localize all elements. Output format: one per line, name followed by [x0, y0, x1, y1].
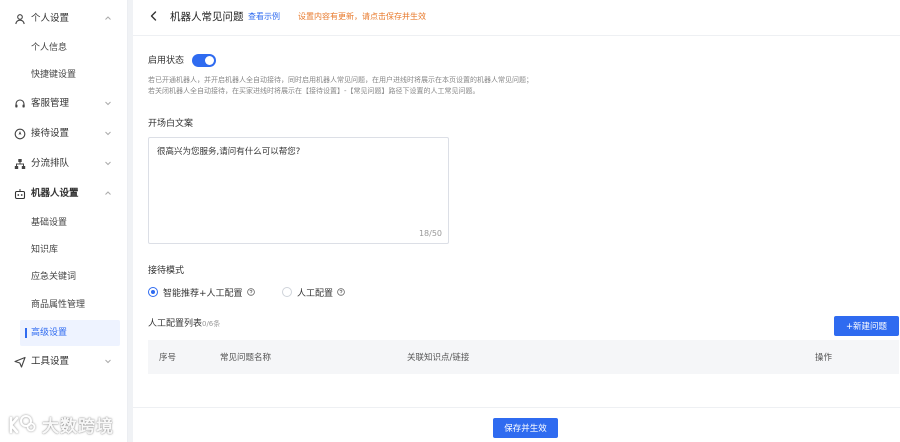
sidebar-group-reception[interactable]: 接待设置 [0, 120, 128, 148]
sidebar-item-label: 基础设置 [31, 218, 68, 228]
char-counter: 18/50 [418, 229, 442, 238]
sidebar-item-label: 商品属性管理 [31, 300, 86, 310]
help-icon[interactable] [246, 288, 255, 296]
footer-bar: 保存并生效 [133, 407, 900, 442]
opening-textarea[interactable]: 很高兴为您服务,请问有什么可以帮您? 18/50 [148, 137, 449, 244]
back-arrow-icon[interactable] [147, 9, 161, 23]
sidebar-group-label: 机器人设置 [31, 188, 79, 199]
sidebar-group-cs-management[interactable]: 客服管理 [0, 90, 128, 118]
add-question-button[interactable]: +新建问题 [834, 316, 899, 336]
chevron-down-icon [105, 101, 111, 106]
main-panel: 机器人常见问题 查看示例 设置内容有更新，请点击保存并生效 启用状态 若已开通机… [133, 0, 900, 442]
active-indicator [25, 328, 27, 338]
column-header-actions: 操作 [815, 353, 833, 363]
robot-icon [14, 189, 26, 200]
chevron-down-icon [105, 359, 111, 364]
status-description-1: 若已开通机器人，并开启机器人全自动接待，同时启用机器人常见问题，在用户进线时将展… [148, 76, 533, 84]
user-icon [15, 14, 25, 25]
chevron-down-icon [105, 161, 111, 166]
sidebar-item-label: 个人信息 [31, 43, 68, 53]
watermark: 大数跨境 [8, 412, 114, 437]
radio-label: 智能推荐+人工配置 [163, 288, 243, 299]
help-icon[interactable] [337, 288, 345, 296]
chevron-down-icon [105, 131, 111, 136]
mode-radio-manual[interactable]: 人工配置 [282, 286, 345, 299]
sidebar: 个人设置 个人信息 快捷键设置 客服管理 接待设置 分流排队 机器人设置 基础设… [0, 0, 128, 442]
compass-icon [14, 128, 26, 140]
chevron-up-icon [105, 191, 111, 195]
page-header: 机器人常见问题 查看示例 设置内容有更新，请点击保存并生效 [133, 0, 900, 36]
sidebar-item-product-attributes[interactable]: 商品属性管理 [0, 292, 128, 318]
sidebar-item-shortcuts[interactable]: 快捷键设置 [0, 62, 128, 88]
save-and-apply-button[interactable]: 保存并生效 [493, 418, 558, 438]
sidebar-group-label: 接待设置 [31, 128, 70, 139]
sidebar-group-robot[interactable]: 机器人设置 [0, 180, 128, 208]
radio-dot [148, 287, 158, 297]
view-example-link[interactable]: 查看示例 [248, 11, 280, 23]
sidebar-item-label: 高级设置 [31, 328, 68, 338]
table-header: 序号 常见问题名称 关联知识点/链接 操作 [148, 340, 899, 374]
headset-icon [15, 99, 25, 108]
column-header-linked: 关联知识点/链接 [407, 353, 470, 363]
sidebar-group-routing[interactable]: 分流排队 [0, 150, 128, 178]
unsaved-notice: 设置内容有更新，请点击保存并生效 [298, 12, 426, 21]
sidebar-group-personal[interactable]: 个人设置 [0, 5, 128, 33]
opening-label: 开场白文案 [148, 119, 194, 129]
column-header-index: 序号 [159, 353, 177, 363]
mode-radio-smart[interactable]: 智能推荐+人工配置 [148, 286, 255, 299]
sidebar-item-personal-info[interactable]: 个人信息 [0, 35, 128, 61]
status-label: 启用状态 [148, 56, 185, 66]
watermark-text: 大数跨境 [42, 416, 114, 437]
radio-dot [282, 287, 292, 297]
chevron-up-icon [105, 16, 111, 20]
manual-list-title: 人工配置列表 [148, 319, 203, 329]
sidebar-group-label: 客服管理 [31, 98, 70, 109]
mode-label: 接待模式 [148, 266, 185, 276]
column-header-question: 常见问题名称 [220, 353, 272, 363]
opening-text: 很高兴为您服务,请问有什么可以帮您? [157, 147, 301, 157]
radio-label: 人工配置 [297, 288, 334, 299]
sidebar-item-label: 知识库 [31, 245, 59, 255]
page-title: 机器人常见问题 [170, 11, 244, 23]
hierarchy-icon [14, 159, 26, 169]
sidebar-group-label: 个人设置 [31, 13, 70, 24]
sidebar-item-basic-settings[interactable]: 基础设置 [0, 210, 128, 236]
sidebar-item-knowledge-base[interactable]: 知识库 [0, 237, 128, 263]
status-toggle[interactable] [192, 54, 216, 67]
sidebar-group-label: 工具设置 [31, 356, 70, 367]
watermark-logo-icon [9, 415, 36, 434]
sidebar-group-tools[interactable]: 工具设置 [0, 348, 128, 376]
toggle-knob [205, 56, 214, 65]
sidebar-item-advanced-settings[interactable]: 高级设置 [20, 320, 120, 346]
sidebar-item-label: 快捷键设置 [31, 70, 77, 80]
sidebar-group-label: 分流排队 [31, 158, 70, 169]
app: 个人设置 个人信息 快捷键设置 客服管理 接待设置 分流排队 机器人设置 基础设… [0, 0, 900, 442]
status-description-2: 若关闭机器人全自动接待，在买家进线时将展示在【接待设置】-【常见问题】路径下设置… [148, 87, 480, 95]
manual-list-count: 0/6条 [202, 320, 221, 328]
sidebar-item-emergency-keywords[interactable]: 应急关键词 [0, 264, 128, 290]
send-icon [14, 356, 26, 368]
sidebar-item-label: 应急关键词 [31, 272, 77, 282]
